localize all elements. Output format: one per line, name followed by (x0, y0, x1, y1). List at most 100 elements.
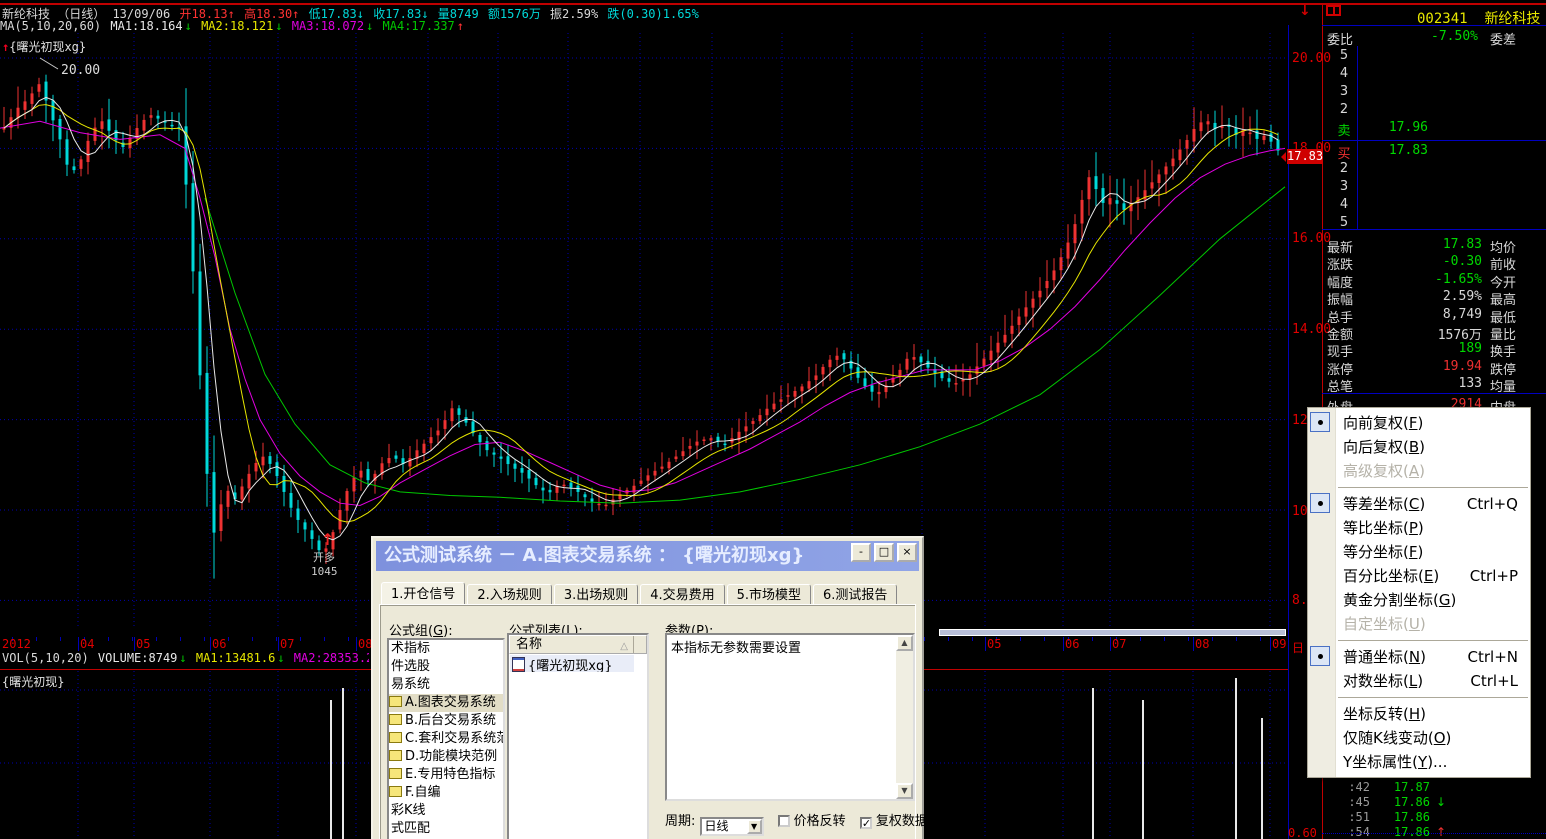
formula-group-item[interactable]: E.专用特色指标 (389, 766, 503, 784)
quote-stat-row: 总手 8,749 最低 (1327, 306, 1517, 326)
adjust-data-checkbox[interactable]: ✓ (859, 817, 872, 829)
chart-horizontal-scrollbar[interactable] (939, 629, 1286, 636)
candle (1164, 162, 1168, 195)
candle (828, 355, 832, 381)
trading-app-screen: 新纶科技 （日线） 13/09/06 开18.13↑ 高18.30↑ 低17.8… (0, 0, 1546, 839)
params-scrollbar[interactable]: ▲ ▼ (896, 635, 913, 799)
order-book-row: 4 (1339, 66, 1349, 81)
restore-button[interactable]: □ (874, 543, 894, 562)
open-long-label: 开多 (313, 550, 335, 564)
radio-selected-icon (1310, 493, 1330, 513)
open-long-qty: 1045 (311, 565, 338, 578)
candle (632, 479, 636, 502)
vol-segment: VOL(5,10,20) (2, 651, 96, 665)
period-combobox[interactable]: 日线 ▼ (699, 817, 764, 836)
scroll-down-button[interactable]: ▼ (896, 783, 913, 799)
menu-item[interactable]: 等分坐标(F) (1308, 540, 1530, 564)
formula-group-item[interactable]: A.图表交易系统 (389, 694, 503, 712)
indicator-label: ↑{曙光初现xg} (2, 40, 87, 54)
dialog-tab[interactable]: 1.开仓信号 (381, 582, 466, 606)
candle (1234, 115, 1238, 149)
menu-item[interactable]: 对数坐标(L) Ctrl+L (1308, 669, 1530, 693)
candle (1206, 114, 1210, 135)
quote-stat-row: 涨停 19.94 跌停 (1327, 358, 1517, 378)
weibi-label: 委比 (1327, 33, 1354, 48)
dialog-title-bar[interactable]: 公式测试系统 － A.图表交易系统 ： {曙光初现xg} (376, 541, 919, 571)
menu-item[interactable]: Y坐标属性(Y)... (1308, 750, 1530, 774)
candle (464, 409, 468, 427)
formula-group-item[interactable]: 彩K线 (389, 802, 503, 820)
menu-item[interactable]: 向前复权(F) (1308, 411, 1530, 435)
period-label: 周期: (665, 814, 696, 829)
download-arrow-icon[interactable]: ↓ (1299, 3, 1311, 19)
menu-item[interactable]: 向后复权(B) (1308, 435, 1530, 459)
candle (905, 352, 909, 374)
candle (359, 461, 363, 491)
candle (1066, 224, 1070, 268)
formula-group-list[interactable]: 术指标件选股易系统A.图表交易系统B.后台交易系统C.套利交易系统范例D.功能模… (387, 638, 505, 839)
candle (114, 119, 118, 154)
menu-item: 自定坐标(U) (1343, 615, 1426, 633)
formula-group-item[interactable]: B.后台交易系统 (389, 712, 503, 730)
menu-item[interactable]: 坐标反转(H) (1308, 702, 1530, 726)
formula-group-item[interactable]: 易系统 (389, 676, 503, 694)
formula-group-item[interactable]: D.功能模块范例 (389, 748, 503, 766)
date-axis-label: 08 (1195, 637, 1210, 651)
weibi-value: -7.50% (1431, 29, 1478, 44)
menu-item[interactable]: 等比坐标(P) (1308, 516, 1530, 540)
dialog-tab[interactable]: 4.交易费用 (640, 584, 725, 606)
formula-list[interactable]: 名称 △ {曙光初现xg} (507, 633, 649, 839)
candle (758, 408, 762, 425)
candle (912, 344, 916, 372)
menu-item[interactable]: 黄金分割坐标(G) (1308, 588, 1530, 612)
formula-group-item[interactable]: C.套利交易系统范例 (389, 730, 503, 748)
info-segment: 振2.59% (550, 7, 606, 21)
dialog-tab[interactable]: 6.测试报告 (813, 584, 898, 606)
candle (688, 438, 692, 457)
candle (1178, 139, 1182, 167)
candle (310, 522, 314, 550)
candle (1087, 170, 1091, 216)
info-segment: 跌(0.30)1.65% (607, 7, 699, 21)
menu-item[interactable]: 仅随K线变动(O) (1308, 726, 1530, 750)
candle (1003, 314, 1007, 347)
formula-list-item[interactable]: {曙光初现xg} (510, 655, 634, 672)
formula-group-item[interactable]: 式匹配 (389, 820, 503, 838)
vol-segment: ↓ (277, 651, 285, 665)
volume-bar (1092, 688, 1094, 839)
price-reverse-checkbox[interactable] (777, 815, 790, 827)
group-list-label: 公式组(G): (389, 624, 453, 639)
menu-item[interactable]: 普通坐标(N) Ctrl+N (1308, 645, 1530, 669)
dialog-tab[interactable]: 5.市场模型 (726, 584, 812, 606)
menu-item[interactable]: 等差坐标(C) Ctrl+Q (1308, 492, 1530, 516)
menu-item[interactable]: 百分比坐标(E) Ctrl+P (1308, 564, 1530, 588)
candle (247, 464, 251, 503)
formula-group-item[interactable]: 术指标 (389, 640, 503, 658)
vol-segment: ↓ (179, 651, 187, 665)
formula-group-item[interactable]: 件选股 (389, 658, 503, 676)
menu-shortcut: Ctrl+P (1469, 567, 1518, 585)
price-reverse-label: 价格反转 (793, 814, 846, 829)
scroll-up-button[interactable]: ▲ (896, 635, 913, 651)
candle (9, 108, 13, 140)
book-divider-v (1357, 46, 1358, 229)
order-book-row: 买 17.83 (1337, 143, 1428, 162)
candle (205, 346, 209, 507)
dialog-tab[interactable]: 3.出场规则 (553, 584, 639, 606)
candle (436, 418, 440, 446)
close-button[interactable]: × (897, 543, 917, 562)
dialog-tab[interactable]: 2.入场规则 (467, 584, 552, 606)
params-panel: 本指标无参数需要设置 ▲ ▼ (665, 633, 915, 801)
combobox-dropdown-icon[interactable]: ▼ (746, 819, 762, 834)
date-axis-label: 2012 (2, 637, 31, 651)
minimize-button[interactable]: - (851, 543, 871, 562)
candle (296, 499, 300, 534)
quote-stat-row: 振幅 2.59% 最高 (1327, 289, 1517, 309)
candle (373, 470, 377, 494)
tile-windows-icon[interactable] (1326, 5, 1341, 16)
column-divider[interactable] (633, 636, 634, 653)
stats-bottom-line (1322, 393, 1546, 394)
tick-trade-row: :51 17.86 (1348, 810, 1430, 824)
formula-group-item[interactable]: F.自编 (389, 784, 503, 802)
formula-list-header[interactable]: 名称 △ (509, 635, 647, 654)
